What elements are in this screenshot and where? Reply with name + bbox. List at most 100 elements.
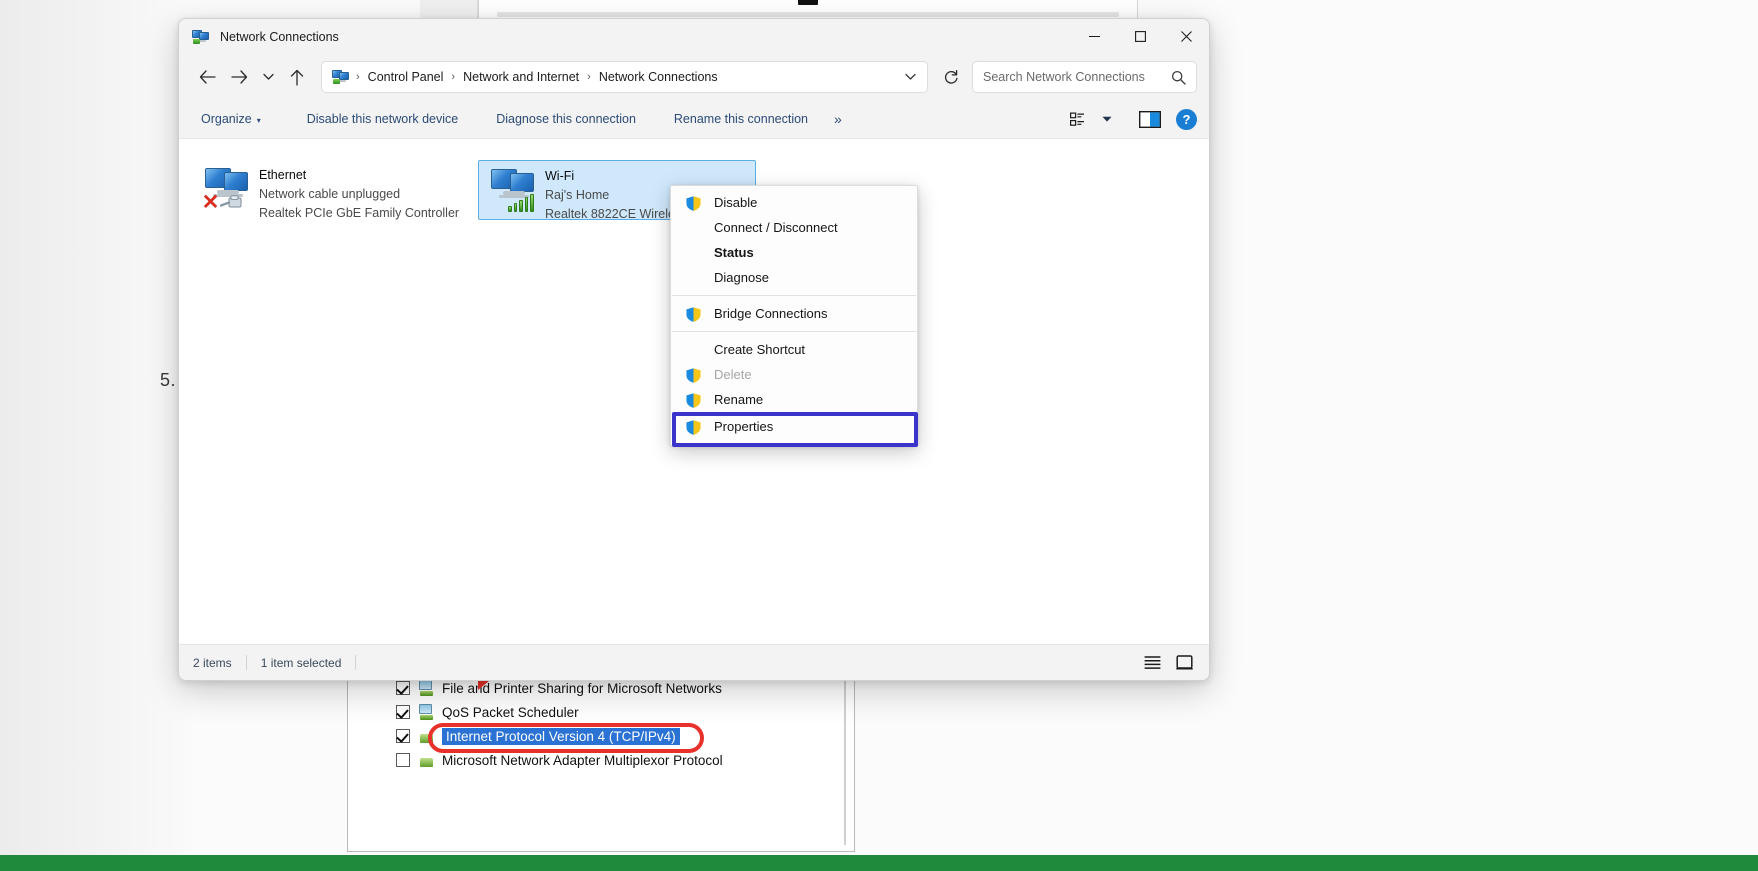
uac-shield-icon xyxy=(685,195,702,212)
document-left-margin xyxy=(0,0,190,871)
search-box[interactable] xyxy=(972,61,1197,93)
protocol-list: File and Printer Sharing for Microsoft N… xyxy=(358,676,812,851)
view-chevron-down-icon[interactable] xyxy=(1096,104,1118,134)
view-options-icon[interactable] xyxy=(1062,104,1094,134)
context-menu-item-diagnose[interactable]: Diagnose xyxy=(671,265,917,290)
list-view-icon[interactable] xyxy=(1141,652,1163,674)
network-monitor-icon xyxy=(418,704,435,720)
context-menu-label: Bridge Connections xyxy=(714,306,827,321)
context-menu-item-connect-disconnect[interactable]: Connect / Disconnect xyxy=(671,215,917,240)
address-chevron-down-icon[interactable] xyxy=(897,63,923,91)
wifi-adapter-icon xyxy=(487,165,537,213)
breadcrumb-item-network-connections[interactable]: Network Connections xyxy=(593,68,724,86)
context-menu-separator xyxy=(672,331,916,332)
connection-context-menu: Disable Connect / Disconnect Status Diag… xyxy=(670,185,918,446)
screenshot-root: 5. File and Printer Sharing for Microsof… xyxy=(0,0,1758,871)
command-bar: Organize ▾ Disable this network device Di… xyxy=(179,100,1209,138)
context-menu-separator xyxy=(672,295,916,296)
protocol-checkbox[interactable] xyxy=(396,729,410,743)
context-menu-item-rename[interactable]: Rename xyxy=(671,387,917,412)
address-bar[interactable]: › Control Panel › Network and Internet ›… xyxy=(321,61,928,93)
refresh-icon[interactable] xyxy=(936,62,966,92)
minimize-button[interactable] xyxy=(1071,19,1117,54)
command-bar-right: ? xyxy=(1062,104,1199,134)
back-arrow-icon[interactable] xyxy=(191,61,223,93)
connection-name: Ethernet xyxy=(259,166,459,185)
network-plug-icon xyxy=(418,728,435,744)
up-arrow-icon[interactable] xyxy=(281,61,313,93)
background-protocol-dialog: File and Printer Sharing for Microsoft N… xyxy=(347,672,855,852)
item-count-label: 2 items xyxy=(193,656,232,670)
protocol-label: Microsoft Network Adapter Multiplexor Pr… xyxy=(442,753,723,768)
network-plug-icon xyxy=(418,752,435,768)
disconnected-x-icon: ✕ xyxy=(201,193,220,212)
protocol-row[interactable]: QoS Packet Scheduler xyxy=(358,700,812,724)
recent-locations-chevron-down-icon[interactable] xyxy=(255,61,281,93)
network-connections-icon xyxy=(192,29,210,45)
close-button[interactable] xyxy=(1163,19,1209,54)
connection-tile-ethernet[interactable]: ✕ Ethernet Network cable unplugged Realt… xyxy=(193,160,471,220)
breadcrumb-item-control-panel[interactable]: Control Panel xyxy=(362,68,450,86)
breadcrumb: › Control Panel › Network and Internet ›… xyxy=(354,68,897,86)
breadcrumb-separator: › xyxy=(585,71,593,83)
forward-arrow-icon[interactable] xyxy=(223,61,255,93)
ethernet-adapter-icon: ✕ xyxy=(201,164,251,212)
status-divider xyxy=(246,655,247,670)
window-title: Network Connections xyxy=(220,30,339,44)
context-menu-label: Diagnose xyxy=(714,270,769,285)
protocol-label: QoS Packet Scheduler xyxy=(442,705,579,720)
context-menu-label: Create Shortcut xyxy=(714,342,805,357)
organize-button[interactable]: Organize ▾ xyxy=(191,107,271,131)
uac-shield-icon xyxy=(685,392,702,409)
context-menu-item-create-shortcut[interactable]: Create Shortcut xyxy=(671,337,917,362)
protocol-list-scrollbar[interactable] xyxy=(844,677,846,845)
breadcrumb-item-network-and-internet[interactable]: Network and Internet xyxy=(457,68,585,86)
protocol-checkbox[interactable] xyxy=(396,753,410,767)
context-menu-item-bridge-connections[interactable]: Bridge Connections xyxy=(671,301,917,326)
disable-network-device-button[interactable]: Disable this network device xyxy=(297,107,468,131)
preview-pane-icon[interactable] xyxy=(1134,104,1166,134)
window-titlebar[interactable]: Network Connections xyxy=(179,19,1209,54)
page-footer-bar xyxy=(0,855,1758,871)
uac-shield-icon xyxy=(685,419,702,436)
context-menu-label: Properties xyxy=(714,419,773,434)
uac-shield-icon xyxy=(685,306,702,323)
status-view-toggles xyxy=(1141,652,1195,674)
protocol-row[interactable]: Microsoft Network Adapter Multiplexor Pr… xyxy=(358,748,812,772)
large-icons-view-icon[interactable] xyxy=(1173,652,1195,674)
protocol-checkbox[interactable] xyxy=(396,681,410,695)
connection-name: Wi-Fi xyxy=(545,167,831,186)
command-overflow-button[interactable]: » xyxy=(824,106,852,132)
background-top-window-tab xyxy=(798,0,818,5)
uac-shield-icon xyxy=(685,367,702,384)
navigation-bar: › Control Panel › Network and Internet ›… xyxy=(179,54,1209,100)
background-doc-edge xyxy=(420,0,478,20)
signal-bars-icon xyxy=(508,192,534,212)
protocol-row-selected[interactable]: Internet Protocol Version 4 (TCP/IPv4) xyxy=(358,724,812,748)
status-bar: 2 items 1 item selected xyxy=(179,644,1209,680)
breadcrumb-separator: › xyxy=(449,71,457,83)
step-number: 5. xyxy=(160,370,176,391)
context-menu-label: Rename xyxy=(714,392,763,407)
diagnose-connection-button[interactable]: Diagnose this connection xyxy=(486,107,646,131)
background-top-window-bar xyxy=(497,12,1119,17)
context-menu-item-properties[interactable]: Properties xyxy=(671,412,917,441)
context-menu-item-disable[interactable]: Disable xyxy=(671,190,917,215)
breadcrumb-separator: › xyxy=(354,71,362,83)
protocol-checkbox[interactable] xyxy=(396,705,410,719)
organize-caret-icon: ▾ xyxy=(257,116,261,125)
maximize-button[interactable] xyxy=(1117,19,1163,54)
rename-connection-button[interactable]: Rename this connection xyxy=(664,107,818,131)
ethernet-tile-text: Ethernet Network cable unplugged Realtek… xyxy=(259,164,459,223)
search-input[interactable] xyxy=(983,70,1171,84)
help-button[interactable]: ? xyxy=(1176,109,1197,130)
connection-status: Network cable unplugged xyxy=(259,185,459,204)
context-menu-label: Connect / Disconnect xyxy=(714,220,838,235)
context-menu-item-delete: Delete xyxy=(671,362,917,387)
organize-label: Organize xyxy=(201,112,252,126)
window-controls xyxy=(1071,19,1209,54)
context-menu-item-status[interactable]: Status xyxy=(671,240,917,265)
search-icon[interactable] xyxy=(1171,70,1186,85)
context-menu-label: Disable xyxy=(714,195,757,210)
address-network-icon xyxy=(332,69,350,85)
